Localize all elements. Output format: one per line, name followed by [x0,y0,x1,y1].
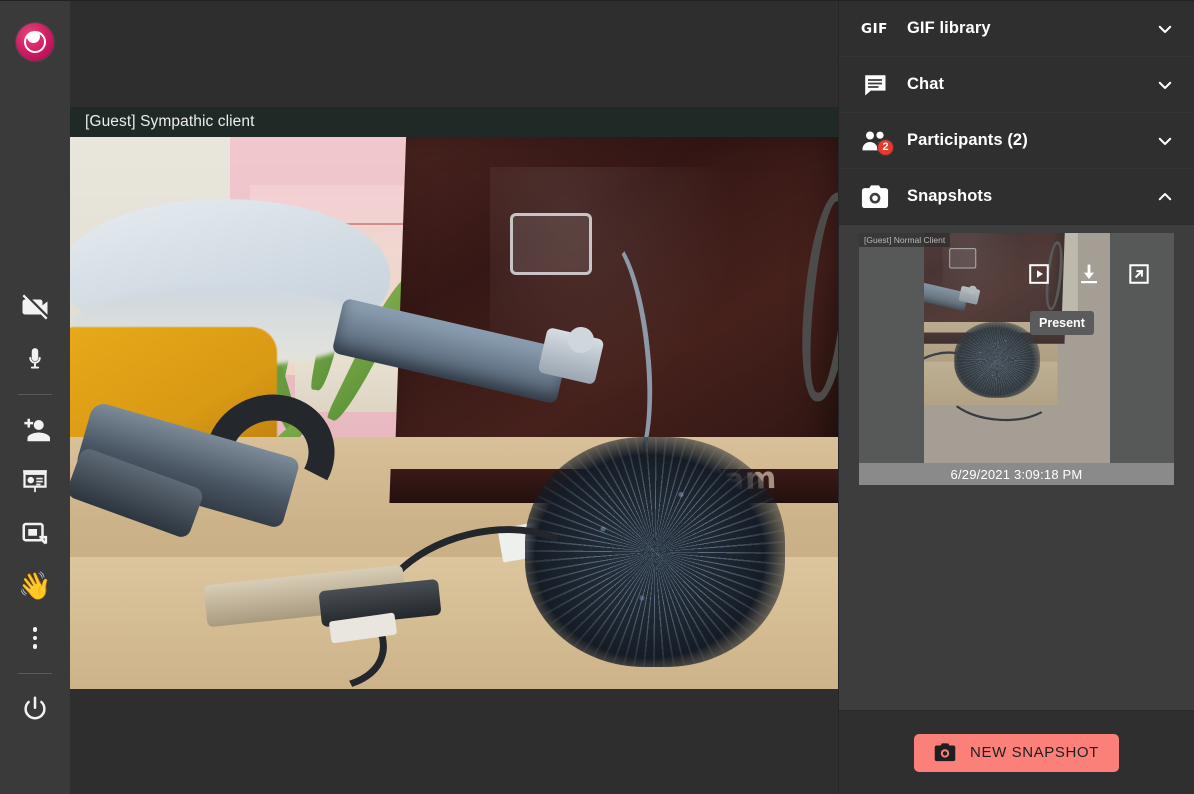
participant-video-feed: EaCam [70,137,838,689]
snapshot-action-bar [859,259,1174,289]
download-snapshot-button[interactable] [1076,261,1102,287]
panel-footer: NEW SNAPSHOT [839,710,1194,794]
app-root: 👋 [Guest] Sympathic client GIF GIF libra… [0,0,1194,794]
gif-icon: GIF [861,20,888,37]
accordion-title-snapshots: Snapshots [907,187,993,205]
accordion-snapshots[interactable]: Snapshots [839,169,1194,225]
open-snapshot-new-tab-button[interactable] [1126,261,1152,287]
video-scene: EaCam [70,137,838,689]
chevron-down-icon[interactable] [1156,132,1174,150]
power-icon [24,696,46,720]
camera-icon [861,184,893,209]
participant-name-label: [Guest] Sympathic client [70,107,838,137]
snapshot-item[interactable]: [Guest] Normal Client Present 6/29/2021 … [859,233,1174,485]
raise-hand-button[interactable]: 👋 [9,560,61,612]
left-toolbar: 👋 [0,0,70,794]
right-side-panel: GIF GIF library Chat 2 Participants (2) … [838,0,1194,794]
accordion-participants[interactable]: 2 Participants (2) [839,113,1194,169]
accordion-gif-library[interactable]: GIF GIF library [839,1,1194,57]
chevron-up-icon[interactable] [1156,188,1174,206]
chat-bubble-icon [861,71,893,99]
leave-call-button[interactable] [9,683,61,735]
waving-hand-emoji-icon: 👋 [18,570,52,601]
snapshot-preview[interactable]: Present [859,233,1174,463]
present-tooltip: Present [1030,311,1094,335]
microphone-icon [29,348,41,369]
participants-icon: 2 [861,129,894,156]
participants-count-badge: 2 [877,138,894,156]
accordion-title-chat: Chat [907,75,945,93]
snapshot-timestamp: 6/29/2021 3:09:18 PM [859,463,1174,485]
new-snapshot-label: NEW SNAPSHOT [970,744,1099,761]
presentation-icon [23,470,47,493]
picture-in-picture-button[interactable] [9,508,61,560]
new-snapshot-button[interactable]: NEW SNAPSHOT [914,733,1119,772]
more-vertical-icon [32,627,38,649]
chevron-down-icon[interactable] [1156,20,1174,38]
present-play-box-icon [1029,264,1049,284]
snapshots-list: [Guest] Normal Client Present 6/29/2021 … [839,225,1194,710]
camera-icon [934,743,956,762]
video-off-icon [22,294,48,320]
snapshot-source-label: [Guest] Normal Client [859,233,951,247]
more-options-button[interactable] [9,612,61,664]
accordion-title-gif-library: GIF library [907,19,991,37]
person-add-icon [24,418,50,442]
download-icon [1081,264,1097,284]
present-snapshot-button[interactable] [1026,261,1052,287]
picture-in-picture-icon [22,522,48,545]
accordion-title-participants: Participants (2) [907,131,1028,149]
camera-off-button[interactable] [9,281,61,333]
accordion-chat[interactable]: Chat [839,57,1194,113]
toolbar-divider-bottom [18,673,52,674]
chevron-down-icon[interactable] [1156,76,1174,94]
open-in-new-icon [1129,264,1149,284]
microphone-button[interactable] [9,333,61,385]
toolbar-divider-top [18,394,52,395]
participant-video-tile[interactable]: [Guest] Sympathic client [70,107,838,689]
present-button[interactable] [9,456,61,508]
app-logo[interactable] [16,23,54,61]
app-logo-circle-icon [24,31,46,53]
video-stage: [Guest] Sympathic client [70,0,838,794]
invite-button[interactable] [9,404,61,456]
